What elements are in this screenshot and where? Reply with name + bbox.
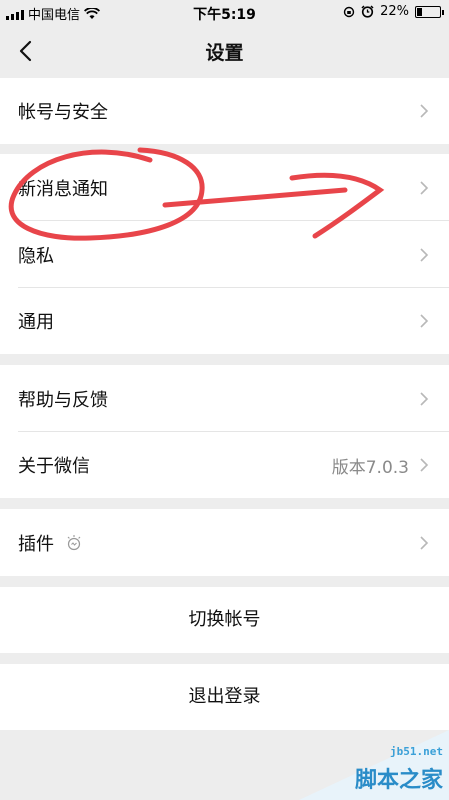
watermark-url: jb51.net	[390, 745, 443, 758]
menu-item-label: 关于微信	[18, 456, 90, 477]
menu-item-label: 通用	[18, 312, 54, 333]
switch-account-button[interactable]: 切换帐号	[0, 587, 449, 653]
menu-item-help-feedback[interactable]: 帮助与反馈	[0, 365, 449, 432]
page-title: 设置	[205, 42, 244, 64]
status-bar: 中国电信 下午5:19 22%	[0, 0, 449, 24]
chevron-right-icon	[420, 314, 429, 328]
chevron-right-icon	[420, 535, 429, 550]
nav-bar: 设置	[0, 24, 449, 80]
logout-button[interactable]: 退出登录	[0, 664, 449, 730]
menu-item-label: 帮助与反馈	[18, 389, 108, 411]
menu-item-label: 帐号与安全	[18, 102, 108, 123]
menu-item-privacy[interactable]: 隐私	[0, 221, 449, 288]
menu-item-new-message-notify[interactable]: 新消息通知	[0, 154, 449, 221]
menu-item-label: 隐私	[18, 245, 54, 267]
menu-item-general[interactable]: 通用	[0, 288, 449, 354]
chevron-right-icon	[420, 180, 429, 195]
plugin-bulb-icon	[67, 534, 81, 550]
menu-item-account-security[interactable]: 帐号与安全	[0, 78, 449, 144]
status-right: 22%	[343, 4, 444, 19]
version-value: 版本7.0.3	[331, 457, 409, 478]
chevron-right-icon	[420, 247, 429, 262]
menu-item-label: 插件	[18, 533, 54, 555]
watermark: jb51.net 脚本之家	[299, 730, 449, 800]
chevron-right-icon	[420, 391, 429, 406]
menu-item-about[interactable]: 关于微信 版本7.0.3	[0, 432, 449, 498]
alarm-icon	[361, 5, 374, 18]
menu-item-plugins[interactable]: 插件	[0, 509, 449, 576]
menu-item-label: 新消息通知	[18, 178, 108, 200]
battery-icon	[415, 5, 444, 18]
chevron-right-icon	[420, 104, 429, 118]
battery-percent: 22%	[380, 4, 409, 19]
rotation-lock-icon	[343, 6, 355, 17]
chevron-right-icon	[420, 458, 429, 472]
watermark-text: 脚本之家	[354, 768, 443, 793]
